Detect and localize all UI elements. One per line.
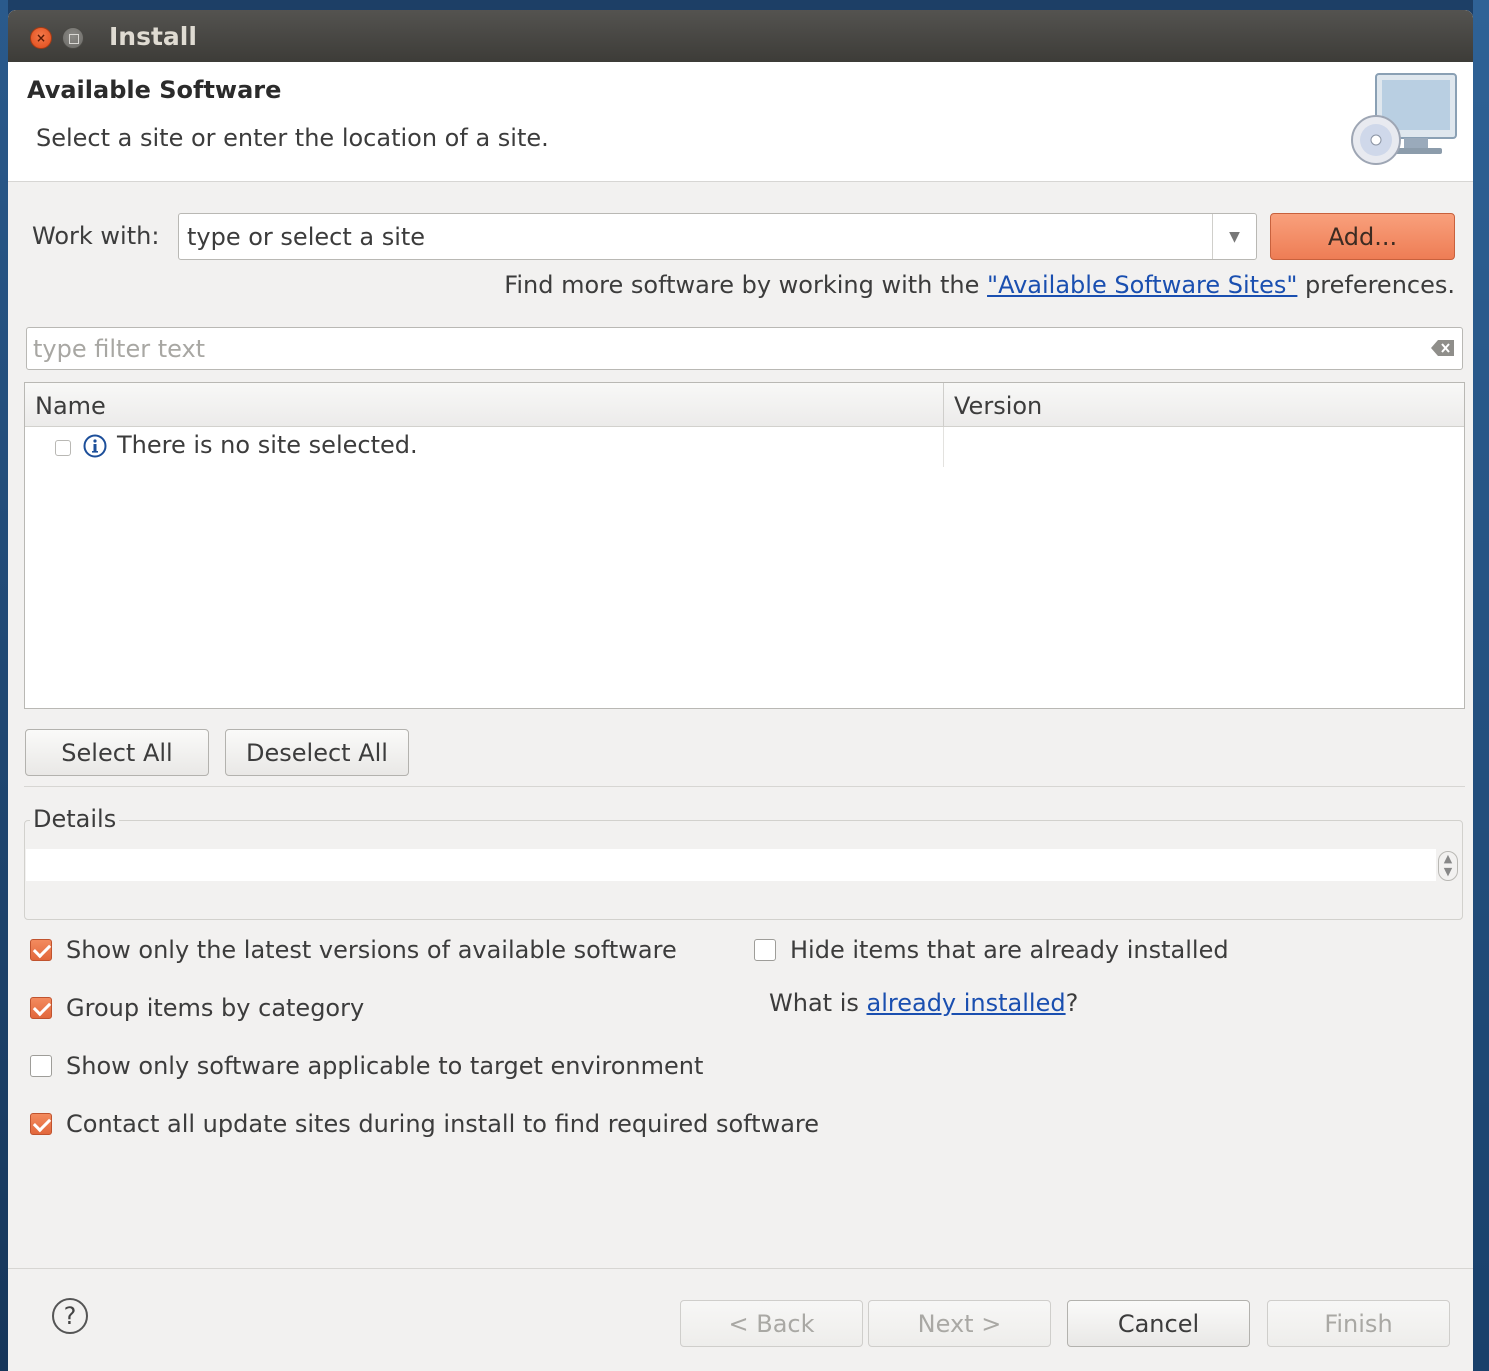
column-separator[interactable] <box>943 383 944 427</box>
contact-sites-label: Contact all update sites during install … <box>66 1110 820 1138</box>
page-title: Available Software <box>27 76 282 104</box>
details-label: Details <box>30 805 120 833</box>
already-installed-text: What is already installed? <box>769 989 1078 1017</box>
work-with-value[interactable]: type or select a site <box>187 223 425 251</box>
find-more-suffix: preferences. <box>1297 271 1455 299</box>
target-env-checkbox[interactable] <box>30 1055 52 1077</box>
details-text[interactable] <box>26 849 1436 881</box>
work-with-combo[interactable]: type or select a site ▼ <box>178 213 1257 260</box>
deselect-all-button[interactable]: Deselect All <box>225 729 409 776</box>
target-env-label: Show only software applicable to target … <box>66 1052 704 1080</box>
footer-separator <box>8 1268 1473 1269</box>
maximize-window-button[interactable] <box>62 27 84 49</box>
cancel-button[interactable]: Cancel <box>1067 1300 1250 1347</box>
separator-line <box>24 786 1465 787</box>
install-dialog: × Install Available Software Select a si… <box>8 10 1473 1371</box>
select-all-button[interactable]: Select All <box>25 729 209 776</box>
close-window-button[interactable]: × <box>30 27 52 49</box>
group-by-category-label: Group items by category <box>66 994 365 1022</box>
work-with-label: Work with: <box>32 222 160 250</box>
filter-input[interactable]: type filter text <box>26 327 1463 370</box>
latest-versions-checkbox[interactable] <box>30 939 52 961</box>
desktop-background-right <box>1473 0 1489 1371</box>
hide-installed-checkbox[interactable] <box>754 939 776 961</box>
help-icon[interactable]: ? <box>52 1298 88 1334</box>
filter-placeholder: type filter text <box>33 335 206 363</box>
finish-button[interactable]: Finish <box>1267 1300 1450 1347</box>
find-more-text: Find more software by working with the "… <box>504 271 1455 299</box>
group-by-category-checkbox[interactable] <box>30 997 52 1019</box>
row-name: There is no site selected. <box>117 431 418 459</box>
next-button[interactable]: Next > <box>868 1300 1051 1347</box>
chevron-down-icon[interactable]: ▼ <box>1212 214 1256 259</box>
target-env-option[interactable]: Show only software applicable to target … <box>30 1052 703 1080</box>
contact-sites-option[interactable]: Contact all update sites during install … <box>30 1110 819 1138</box>
details-scroll-icon[interactable]: ▲ ▼ <box>1438 851 1458 881</box>
software-tree-table: Name Version There is no site selected. <box>24 382 1465 709</box>
desktop-background-left <box>0 0 8 1371</box>
already-installed-suffix: ? <box>1065 989 1079 1017</box>
latest-versions-label: Show only the latest versions of availab… <box>66 936 677 964</box>
column-header-version[interactable]: Version <box>954 392 1042 420</box>
already-installed-link[interactable]: already installed <box>867 989 1066 1017</box>
clear-filter-icon[interactable] <box>1430 338 1456 358</box>
back-button[interactable]: < Back <box>680 1300 863 1347</box>
add-site-button[interactable]: Add... <box>1270 213 1455 260</box>
computer-disc-icon <box>1351 73 1457 165</box>
row-checkbox[interactable] <box>55 440 71 456</box>
page-description: Select a site or enter the location of a… <box>36 124 549 152</box>
latest-versions-option[interactable]: Show only the latest versions of availab… <box>30 936 677 964</box>
hide-installed-option[interactable]: Hide items that are already installed <box>754 936 1229 964</box>
table-row[interactable]: There is no site selected. <box>25 429 943 467</box>
info-icon <box>83 434 107 458</box>
already-installed-prefix: What is <box>769 989 867 1017</box>
column-header-name[interactable]: Name <box>35 392 106 420</box>
hide-installed-label: Hide items that are already installed <box>790 936 1229 964</box>
table-header: Name Version <box>25 383 1464 427</box>
title-bar: × Install <box>8 10 1473 62</box>
contact-sites-checkbox[interactable] <box>30 1113 52 1135</box>
window-title: Install <box>109 22 197 51</box>
wizard-banner: Available Software Select a site or ente… <box>8 62 1473 182</box>
column-divider <box>943 427 944 467</box>
available-software-sites-link[interactable]: "Available Software Sites" <box>987 271 1297 299</box>
find-more-prefix: Find more software by working with the <box>504 271 988 299</box>
group-by-category-option[interactable]: Group items by category <box>30 994 364 1022</box>
